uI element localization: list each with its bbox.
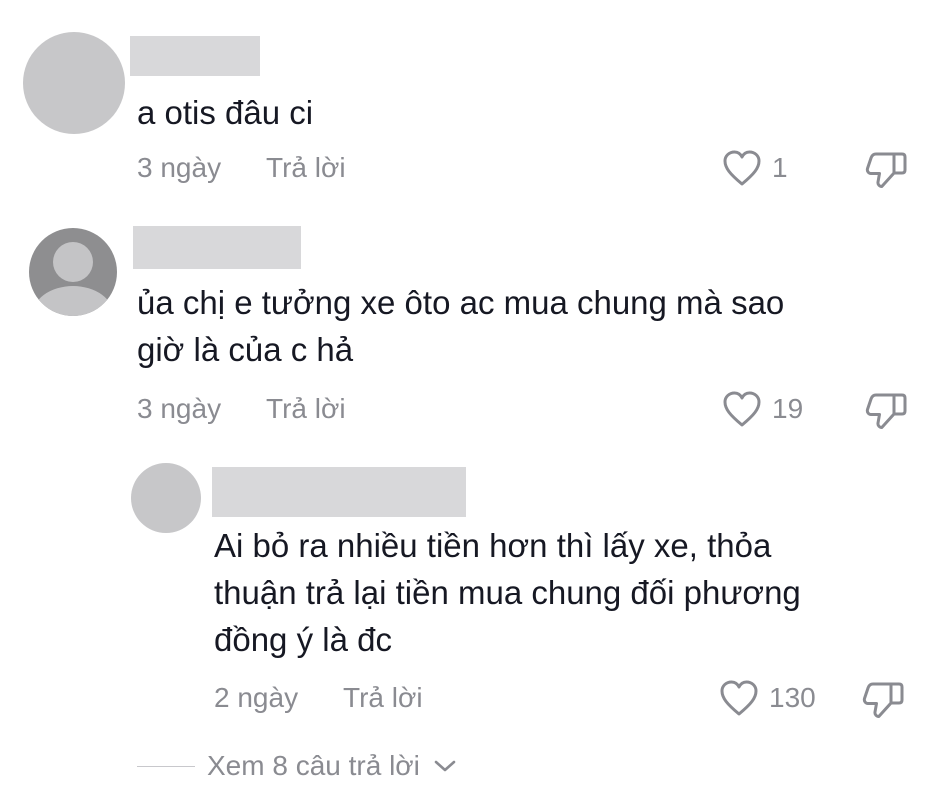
like-button[interactable]: 130 — [719, 679, 816, 717]
thumbs-down-outline-icon — [865, 393, 907, 429]
comment-timestamp: 3 ngày — [137, 152, 222, 183]
avatar[interactable] — [29, 228, 117, 316]
heart-outline-icon — [723, 391, 761, 427]
avatar-body-shape — [32, 286, 114, 316]
view-more-replies-button[interactable]: Xem 8 câu trả lời — [137, 750, 458, 782]
divider-line — [137, 765, 195, 767]
like-button[interactable]: 19 — [722, 390, 803, 428]
dislike-button[interactable] — [861, 678, 905, 725]
redacted-username[interactable] — [212, 467, 466, 517]
comment-text: a otis đâu ci — [137, 94, 314, 131]
like-button[interactable]: 1 — [722, 149, 788, 187]
thumbs-down-outline-icon — [862, 682, 904, 718]
heart-outline-icon — [723, 150, 761, 186]
comment-text: ủa chị e tưởng xe ôto ac mua chung mà sa… — [137, 284, 785, 368]
dislike-button[interactable] — [864, 148, 908, 195]
heart-outline-icon — [720, 680, 758, 716]
reply-button[interactable]: Trả lời — [343, 682, 423, 714]
thumbs-down-outline-icon — [865, 152, 907, 188]
comment-text: Ai bỏ ra nhiều tiền hơn thì lấy xe, thỏa… — [214, 527, 801, 658]
like-count: 130 — [769, 682, 816, 713]
redacted-username[interactable] — [130, 36, 260, 76]
dislike-button[interactable] — [864, 389, 908, 436]
avatar[interactable] — [131, 463, 201, 533]
reply-button[interactable]: Trả lời — [266, 152, 346, 184]
avatar-head-shape — [53, 242, 93, 282]
chevron-down-icon — [434, 760, 456, 772]
comment-timestamp: 2 ngày — [214, 682, 299, 713]
like-count: 19 — [772, 393, 804, 424]
comment-timestamp: 3 ngày — [137, 393, 222, 424]
reply-button[interactable]: Trả lời — [266, 393, 346, 425]
redacted-username[interactable] — [133, 226, 301, 269]
like-count: 1 — [772, 152, 788, 183]
avatar[interactable] — [23, 32, 125, 134]
view-more-replies-label: Xem 8 câu trả lời — [207, 750, 420, 781]
